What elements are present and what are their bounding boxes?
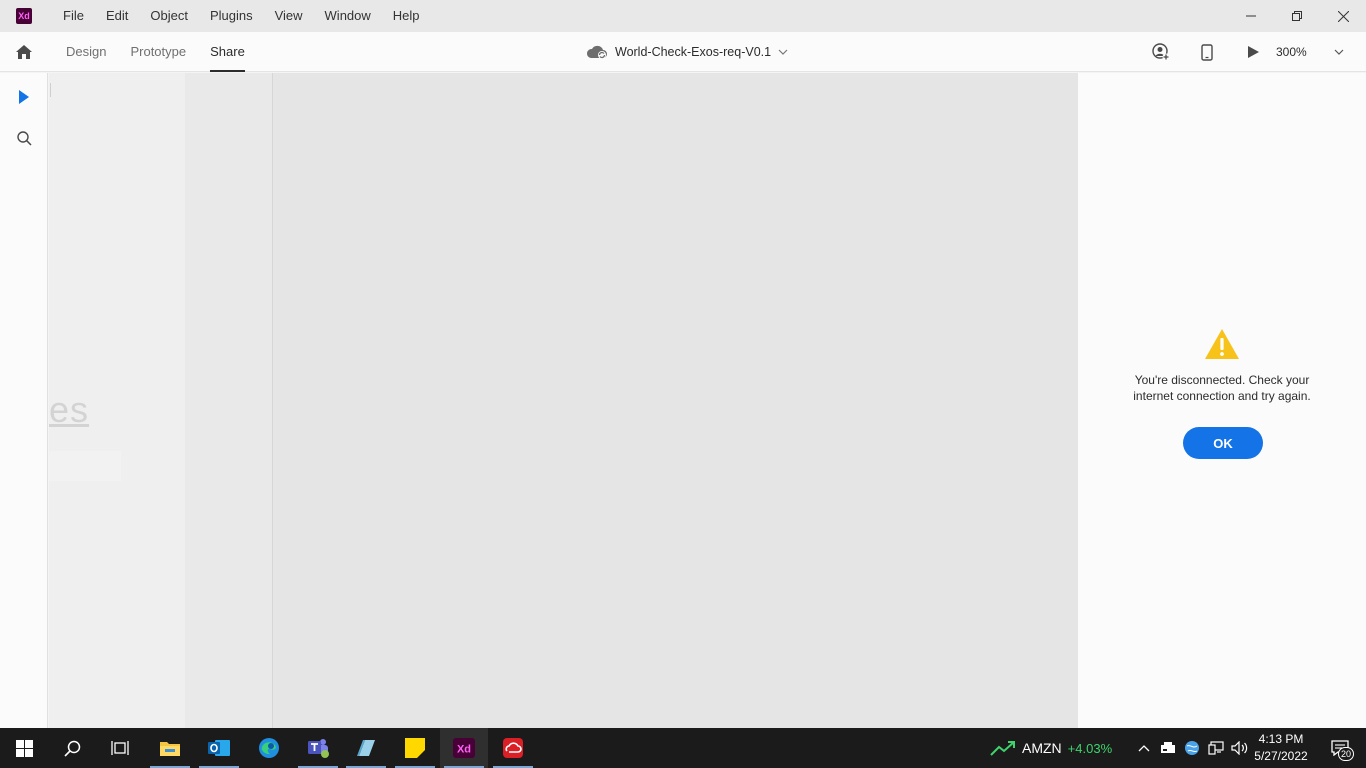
notepad-icon xyxy=(357,740,375,756)
window-controls xyxy=(1228,0,1366,32)
start-button[interactable] xyxy=(0,728,48,768)
select-tool-button[interactable] xyxy=(12,85,36,109)
disconnected-message-line2: internet connection and try again. xyxy=(1133,389,1311,403)
stock-change: +4.03% xyxy=(1067,740,1113,756)
minimize-button[interactable] xyxy=(1228,0,1274,32)
chevron-up-icon xyxy=(1138,745,1150,752)
invite-button[interactable] xyxy=(1138,32,1184,72)
tray-network-drive-button[interactable] xyxy=(1156,728,1180,768)
stock-widget[interactable]: AMZN +4.03% xyxy=(990,728,1112,768)
menu-edit[interactable]: Edit xyxy=(95,0,139,32)
close-icon xyxy=(1337,10,1349,22)
add-user-icon xyxy=(1152,43,1170,61)
taskbar-teams[interactable] xyxy=(294,728,342,768)
menu-file[interactable]: File xyxy=(52,0,95,32)
document-title: World-Check-Exos-req-V0.1 xyxy=(615,45,772,59)
play-preview-button[interactable] xyxy=(1230,32,1276,72)
stock-trend-up-icon xyxy=(990,741,1015,756)
left-tool-rail xyxy=(0,73,48,728)
tray-globe-button[interactable] xyxy=(1180,728,1204,768)
close-button[interactable] xyxy=(1320,0,1366,32)
network-drive-icon xyxy=(1161,742,1175,753)
mid-panel xyxy=(185,73,273,728)
task-view-button[interactable] xyxy=(96,728,144,768)
faded-heading-text: es xyxy=(49,389,90,430)
teams-icon xyxy=(308,739,329,758)
taskbar-adobe-xd[interactable]: Xd xyxy=(440,728,488,768)
taskbar-sticky-notes[interactable] xyxy=(391,728,439,768)
title-bar: Xd File Edit Object Plugins View Window … xyxy=(0,0,1366,32)
sticky-notes-icon xyxy=(405,738,425,758)
outlook-icon xyxy=(208,740,230,756)
restore-icon xyxy=(1292,11,1302,21)
taskbar-clock[interactable]: 4:13 PM 5/27/2022 xyxy=(1250,731,1312,765)
toolbar: Design Prototype Share World-Check-Exos-… xyxy=(0,32,1366,72)
task-view-icon xyxy=(111,741,129,755)
faded-placeholder-box xyxy=(49,451,121,481)
restore-button[interactable] xyxy=(1274,0,1320,32)
mobile-device-icon xyxy=(1201,43,1213,61)
volume-icon xyxy=(1231,741,1248,755)
home-icon xyxy=(16,45,32,59)
system-tray xyxy=(1132,728,1252,768)
svg-text:Xd: Xd xyxy=(457,744,471,756)
chevron-down-icon xyxy=(1334,49,1344,55)
tab-share[interactable]: Share xyxy=(198,32,257,72)
home-button[interactable] xyxy=(12,41,36,63)
warning-icon xyxy=(1205,329,1239,359)
start-icon xyxy=(15,739,33,757)
disconnected-message-line1: You're disconnected. Check your xyxy=(1134,373,1310,387)
clock-date: 5/27/2022 xyxy=(1254,749,1308,763)
right-tools: 300% xyxy=(1138,32,1366,72)
notifications-button[interactable]: 20 xyxy=(1320,728,1360,768)
tab-design[interactable]: Design xyxy=(54,32,118,72)
tab-prototype[interactable]: Prototype xyxy=(118,32,198,72)
windows-taskbar: Xd AMZN +4.03% 4:13 PM 5/27/2022 20 xyxy=(0,728,1366,768)
zoom-value: 300% xyxy=(1276,45,1307,59)
menu-plugins[interactable]: Plugins xyxy=(199,0,264,32)
document-title-dropdown[interactable]: World-Check-Exos-req-V0.1 xyxy=(586,32,788,72)
ok-button[interactable]: OK xyxy=(1183,427,1263,459)
disconnected-message: You're disconnected. Check your internet… xyxy=(1078,372,1366,404)
menu-window[interactable]: Window xyxy=(314,0,382,32)
taskbar-creative-cloud[interactable] xyxy=(489,728,537,768)
pointer-icon xyxy=(19,90,29,104)
tray-network-button[interactable] xyxy=(1204,728,1228,768)
globe-icon xyxy=(1185,741,1199,755)
taskbar-search-button[interactable] xyxy=(48,728,96,768)
cloud-sync-icon xyxy=(586,45,607,59)
taskbar-notepad[interactable] xyxy=(342,728,390,768)
taskbar-outlook[interactable] xyxy=(195,728,243,768)
mode-tabs: Design Prototype Share xyxy=(54,32,257,72)
play-icon xyxy=(1247,46,1259,58)
adobe-xd-logo: Xd xyxy=(16,8,32,24)
edge-icon xyxy=(259,738,279,758)
design-canvas[interactable] xyxy=(273,73,1078,728)
zoom-dropdown[interactable]: 300% xyxy=(1276,45,1358,59)
creative-cloud-icon xyxy=(503,738,523,758)
search-icon xyxy=(16,130,32,146)
search-icon xyxy=(63,740,80,757)
adobe-xd-icon: Xd xyxy=(453,738,475,758)
clock-time: 4:13 PM xyxy=(1258,732,1304,746)
device-preview-button[interactable] xyxy=(1184,32,1230,72)
menu-bar: File Edit Object Plugins View Window Hel… xyxy=(52,0,431,32)
chevron-down-icon xyxy=(778,49,788,55)
network-icon xyxy=(1208,741,1224,755)
search-tool-button[interactable] xyxy=(12,126,36,150)
menu-object[interactable]: Object xyxy=(139,0,199,32)
tray-volume-button[interactable] xyxy=(1228,728,1252,768)
share-settings-panel: es xyxy=(49,73,185,728)
menu-view[interactable]: View xyxy=(264,0,314,32)
taskbar-edge[interactable] xyxy=(245,728,293,768)
file-explorer-icon xyxy=(160,742,180,756)
stock-symbol: AMZN xyxy=(1022,740,1062,756)
share-right-panel: You're disconnected. Check your internet… xyxy=(1078,73,1366,728)
show-hidden-icons-button[interactable] xyxy=(1132,728,1156,768)
minimize-icon xyxy=(1246,15,1256,17)
faded-divider xyxy=(49,83,51,97)
menu-help[interactable]: Help xyxy=(382,0,431,32)
notification-count-badge: 20 xyxy=(1338,747,1354,761)
taskbar-file-explorer[interactable] xyxy=(146,728,194,768)
